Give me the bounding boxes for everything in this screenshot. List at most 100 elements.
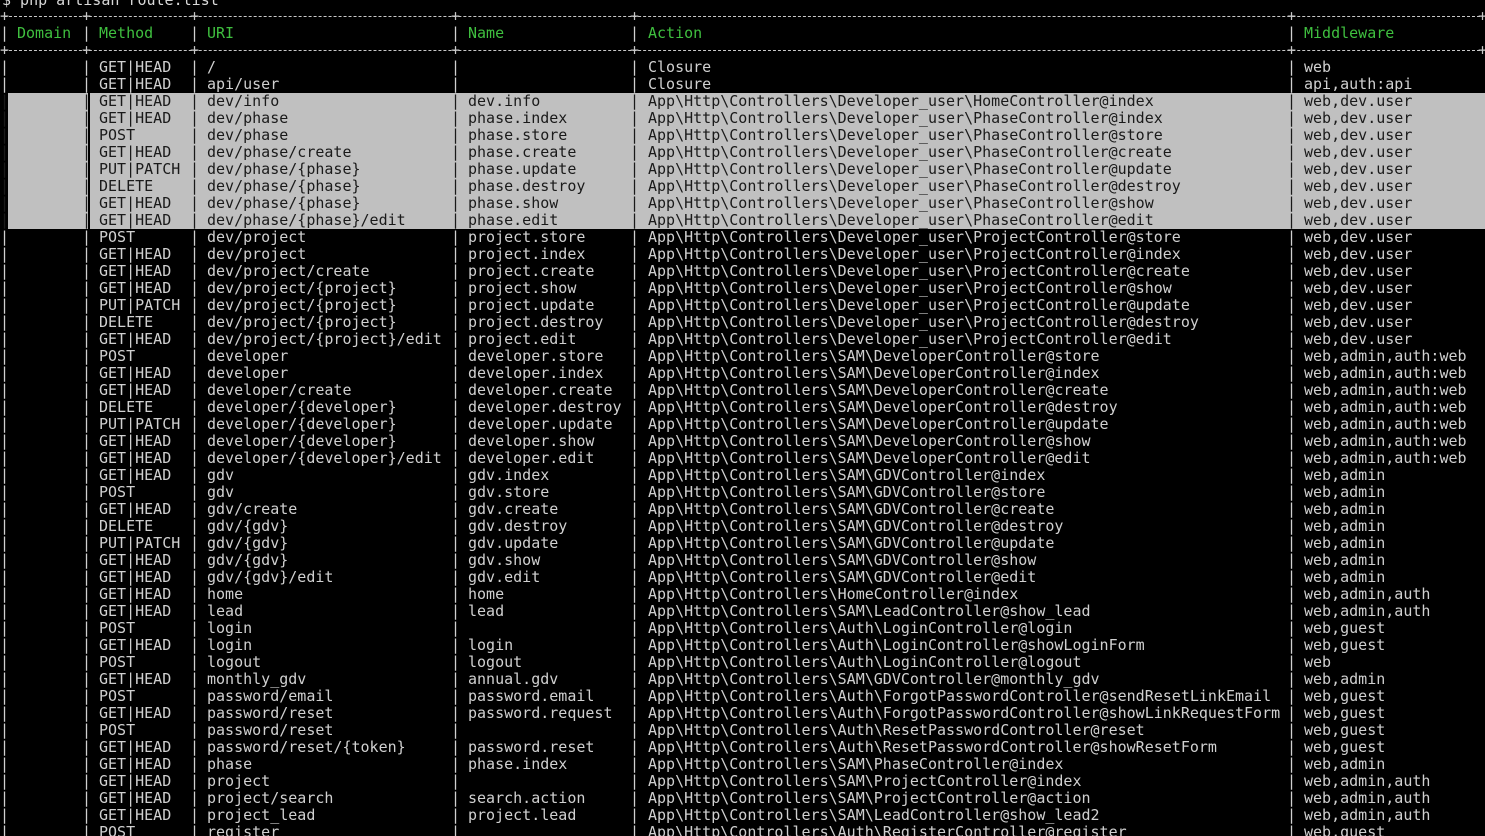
cell-name: developer.index xyxy=(468,364,604,382)
table-row[interactable]: | | | | | | GET|HEAD gdv/{gdv}/edit gdv.edit App\… xyxy=(0,569,1485,586)
column-separator: | xyxy=(0,381,10,399)
cell-uri: dev/phase/{phase}/edit xyxy=(207,211,406,229)
column-separator: | xyxy=(1287,500,1297,518)
table-row[interactable]: | | | | | | GET|HEAD developer developer.index Ap… xyxy=(0,365,1485,382)
column-separator: | xyxy=(0,211,10,229)
cell-action: App\Http\Controllers\Developer_user\Proj… xyxy=(648,279,1172,297)
column-separator: | xyxy=(190,296,200,314)
table-row[interactable]: | | | | | | DELETE gdv/{gdv} gdv.destroy App\Http… xyxy=(0,518,1485,535)
table-row[interactable]: | | | | | | GET|HEAD developer/{developer} devel… xyxy=(0,433,1485,450)
table-row[interactable]: | | | | | | GET|HEAD dev/project/{project}/edit… xyxy=(0,331,1485,348)
column-separator: | xyxy=(0,92,10,110)
table-row[interactable]: | | | | | | POST dev/project project.store App\Ht… xyxy=(0,229,1485,246)
column-separator: | xyxy=(1287,126,1297,144)
table-row[interactable]: | | | | | | POST password/reset App\Http\Control… xyxy=(0,722,1485,739)
table-row[interactable]: | | | | | | GET|HEAD project App\Http\Controller… xyxy=(0,773,1485,790)
table-row[interactable]: | | | | | | GET|HEAD dev/phase/{phase} phase.sho… xyxy=(0,195,1485,212)
table-row[interactable]: | | | | | | GET|HEAD phase phase.index App\Http\C… xyxy=(0,756,1485,773)
table-row[interactable]: | | | | | | GET|HEAD gdv/{gdv} gdv.show App\Http\… xyxy=(0,552,1485,569)
cell-action: App\Http\Controllers\SAM\DeveloperContro… xyxy=(648,381,1109,399)
cell-name: login xyxy=(468,636,514,654)
column-separator: | xyxy=(82,653,92,671)
table-row[interactable]: | | | | | | POST register App\Http\Controllers\A… xyxy=(0,824,1485,836)
table-row[interactable]: | | | | | | POST dev/phase phase.store App\Http\C… xyxy=(0,127,1485,144)
header-uri: URI xyxy=(207,24,235,42)
table-row[interactable]: | | | | | | POST gdv gdv.store App\Http\Controlle… xyxy=(0,484,1485,501)
table-row[interactable]: | | | | | | PUT|PATCH gdv/{gdv} gdv.update App\Ht… xyxy=(0,535,1485,552)
cell-action: App\Http\Controllers\Developer_user\Proj… xyxy=(648,228,1181,246)
terminal-window[interactable]: $ php artisan route:list + + + + + + + | | | | | | Do… xyxy=(0,0,1485,836)
column-separator: | xyxy=(630,704,640,722)
column-separator: | xyxy=(82,619,92,637)
table-row[interactable]: | | | | | | GET|HEAD dev/phase/create phase.crea… xyxy=(0,144,1485,161)
table-row[interactable]: | | | | | | PUT|PATCH dev/phase/{phase} phase.up… xyxy=(0,161,1485,178)
table-row[interactable]: | | | | | | POST login App\Http\Controllers\Auth… xyxy=(0,620,1485,637)
table-row[interactable]: | | | | | | GET|HEAD dev/project/{project} proje… xyxy=(0,280,1485,297)
column-separator: | xyxy=(82,58,92,76)
table-row[interactable]: | | | | | | GET|HEAD dev/project/create project.… xyxy=(0,263,1485,280)
cell-method: GET|HEAD xyxy=(99,245,172,263)
column-separator: | xyxy=(190,432,200,450)
column-separator: | xyxy=(0,109,10,127)
column-separator: | xyxy=(190,602,200,620)
table-row[interactable]: | | | | | | DELETE dev/project/{project} project… xyxy=(0,314,1485,331)
table-row[interactable]: | | | | | | GET|HEAD / Closure web xyxy=(0,59,1485,76)
table-row[interactable]: | | | | | | POST logout logout App\Http\Controlle… xyxy=(0,654,1485,671)
header-middleware: Middleware xyxy=(1304,24,1395,42)
table-border-top: + + + + + + + xyxy=(0,7,1485,25)
table-row[interactable]: | | | | | | GET|HEAD password/reset/{token} pass… xyxy=(0,739,1485,756)
table-row[interactable]: | | | | | | DELETE dev/phase/{phase} phase.destr… xyxy=(0,178,1485,195)
cell-uri: password/reset xyxy=(207,704,334,722)
table-row[interactable]: | | | | | | GET|HEAD project_lead project.lead Ap… xyxy=(0,807,1485,824)
table-row[interactable]: | | | | | | GET|HEAD dev/info dev.info App\Http\C… xyxy=(0,93,1485,110)
table-row[interactable]: | | | | | | DELETE developer/{developer} develop… xyxy=(0,399,1485,416)
table-row[interactable]: | | | | | | GET|HEAD home home App\Http\Controlle… xyxy=(0,586,1485,603)
header-name: Name xyxy=(468,24,505,42)
column-separator: | xyxy=(451,194,461,212)
column-separator: | xyxy=(0,687,10,705)
column-separator: | xyxy=(451,738,461,756)
cell-name: gdv.update xyxy=(468,534,559,552)
table-row[interactable]: | | | | | | GET|HEAD password/reset password.req… xyxy=(0,705,1485,722)
cell-middleware: web,admin,auth xyxy=(1304,806,1431,824)
column-separator: | xyxy=(1287,364,1297,382)
cell-uri: dev/project xyxy=(207,245,307,263)
table-row[interactable]: | | | | | | GET|HEAD developer/create developer.… xyxy=(0,382,1485,399)
column-separator: | xyxy=(0,466,10,484)
table-row[interactable]: | | | | | | PUT|PATCH developer/{developer} deve… xyxy=(0,416,1485,433)
cell-action: App\Http\Controllers\SAM\DeveloperContro… xyxy=(648,449,1091,467)
column-separator: | xyxy=(1287,313,1297,331)
cell-uri: dev/phase xyxy=(207,109,289,127)
cell-uri: dev/phase/{phase} xyxy=(207,194,361,212)
column-separator: | xyxy=(190,483,200,501)
table-row[interactable]: | | | | | | GET|HEAD monthly_gdv annual.gdv App\H… xyxy=(0,671,1485,688)
table-row[interactable]: | | | | | | GET|HEAD developer/{developer}/edit… xyxy=(0,450,1485,467)
column-separator: | xyxy=(1287,466,1297,484)
column-separator: | xyxy=(451,92,461,110)
table-row[interactable]: | | | | | | GET|HEAD login login App\Http\Control… xyxy=(0,637,1485,654)
column-separator: | xyxy=(630,619,640,637)
column-separator: | xyxy=(190,126,200,144)
table-row[interactable]: | | | | | | GET|HEAD dev/project project.index Ap… xyxy=(0,246,1485,263)
table-row[interactable]: | | | | | | POST password/email password.email Ap… xyxy=(0,688,1485,705)
table-row[interactable]: | | | | | | GET|HEAD gdv gdv.index App\Http\Contr… xyxy=(0,467,1485,484)
cell-method: DELETE xyxy=(99,177,154,195)
table-row[interactable]: | | | | | | POST developer developer.store App\Ht… xyxy=(0,348,1485,365)
cell-middleware: web,guest xyxy=(1304,687,1386,705)
table-row[interactable]: | | | | | | PUT|PATCH dev/project/{project} proj… xyxy=(0,297,1485,314)
column-separator: | xyxy=(451,432,461,450)
table-row[interactable]: | | | | | | GET|HEAD dev/phase/{phase}/edit phas… xyxy=(0,212,1485,229)
table-row[interactable]: | | | | | | GET|HEAD project/search search.actio… xyxy=(0,790,1485,807)
table-row[interactable]: | | | | | | GET|HEAD api/user Closure api,auth:ap… xyxy=(0,76,1485,93)
column-separator: | xyxy=(451,313,461,331)
column-separator: | xyxy=(451,755,461,773)
cell-name: gdv.edit xyxy=(468,568,541,586)
cell-name: phase.update xyxy=(468,160,577,178)
column-separator: | xyxy=(630,279,640,297)
table-row[interactable]: | | | | | | GET|HEAD gdv/create gdv.create App\Ht… xyxy=(0,501,1485,518)
column-separator: | xyxy=(451,772,461,790)
cell-name: gdv.index xyxy=(468,466,550,484)
table-row[interactable]: | | | | | | GET|HEAD dev/phase phase.index App\Ht… xyxy=(0,110,1485,127)
table-row[interactable]: | | | | | | GET|HEAD lead lead App\Http\Controlle… xyxy=(0,603,1485,620)
column-separator: | xyxy=(0,432,10,450)
